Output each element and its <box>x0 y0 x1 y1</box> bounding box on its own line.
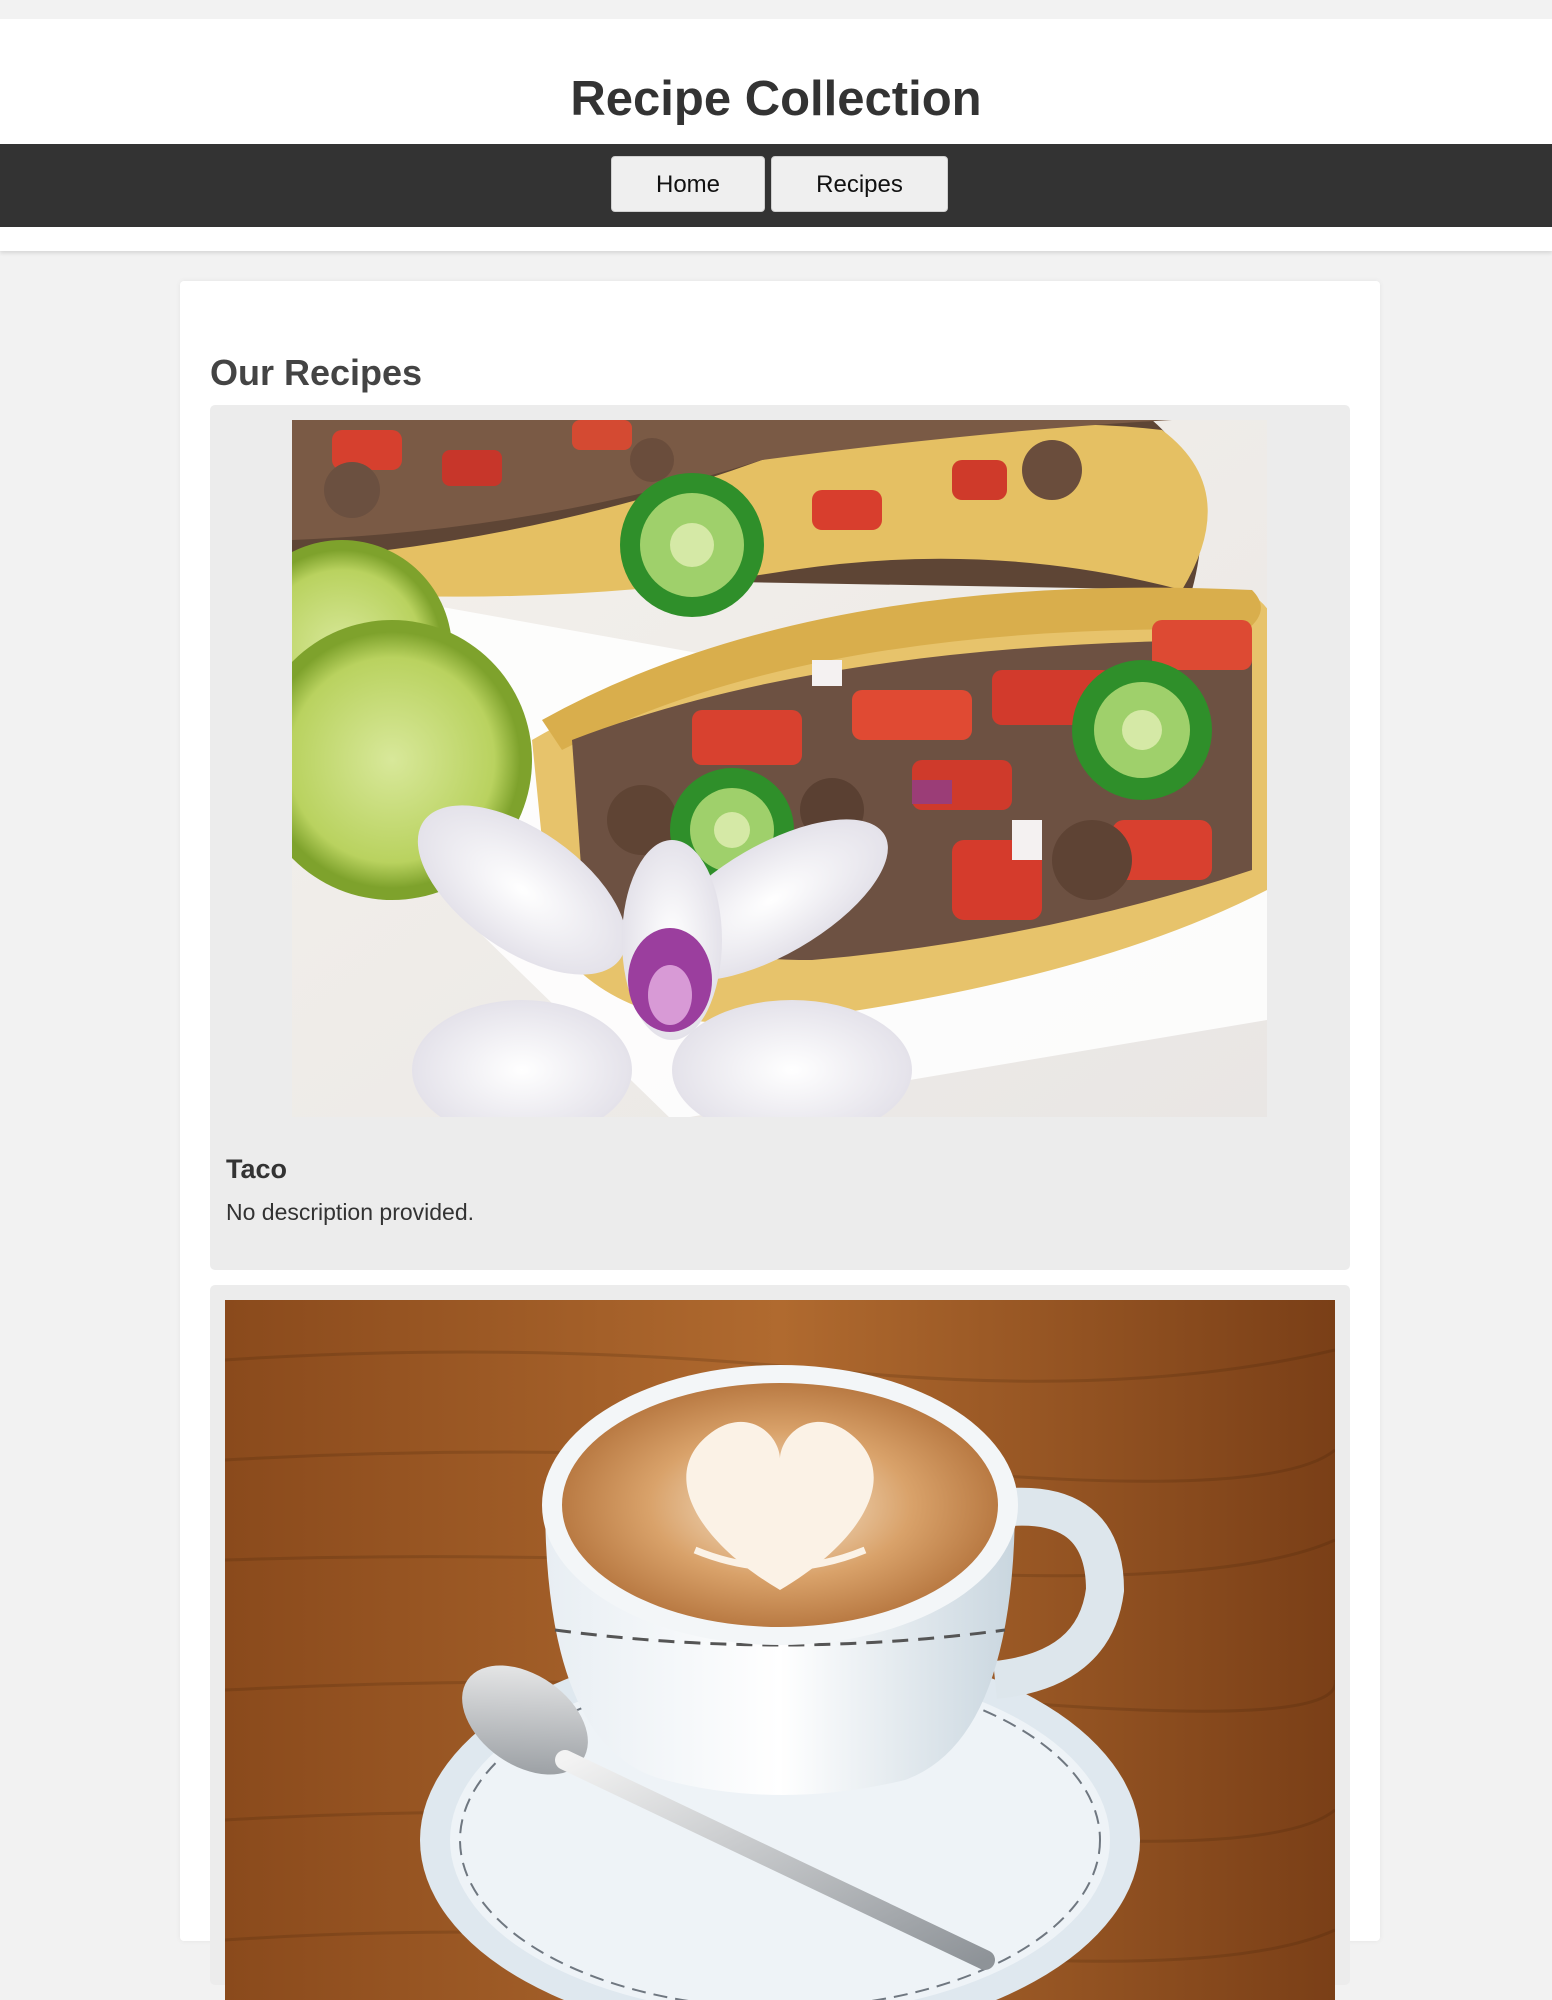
main-content: Our Recipes Taco No description provided… <box>180 281 1380 2000</box>
site-header: Recipe Collection <box>0 19 1552 144</box>
nav-home-button[interactable]: Home <box>611 156 765 212</box>
navbar: Home Recipes <box>0 144 1552 227</box>
recipe-card-coffee[interactable] <box>210 1285 1350 2000</box>
nav-recipes-button[interactable]: Recipes <box>771 156 948 212</box>
recipe-card-taco[interactable]: Taco No description provided. <box>210 405 1350 1270</box>
recipe-name: Taco <box>226 1154 288 1184</box>
site-title: Recipe Collection <box>570 72 982 126</box>
section-title: Our Recipes <box>210 352 423 393</box>
taco-photo <box>292 420 1267 1117</box>
recipe-description: No description provided. <box>226 1199 475 1225</box>
coffee-latte-photo <box>225 1300 1335 2000</box>
header-divider <box>0 227 1552 251</box>
